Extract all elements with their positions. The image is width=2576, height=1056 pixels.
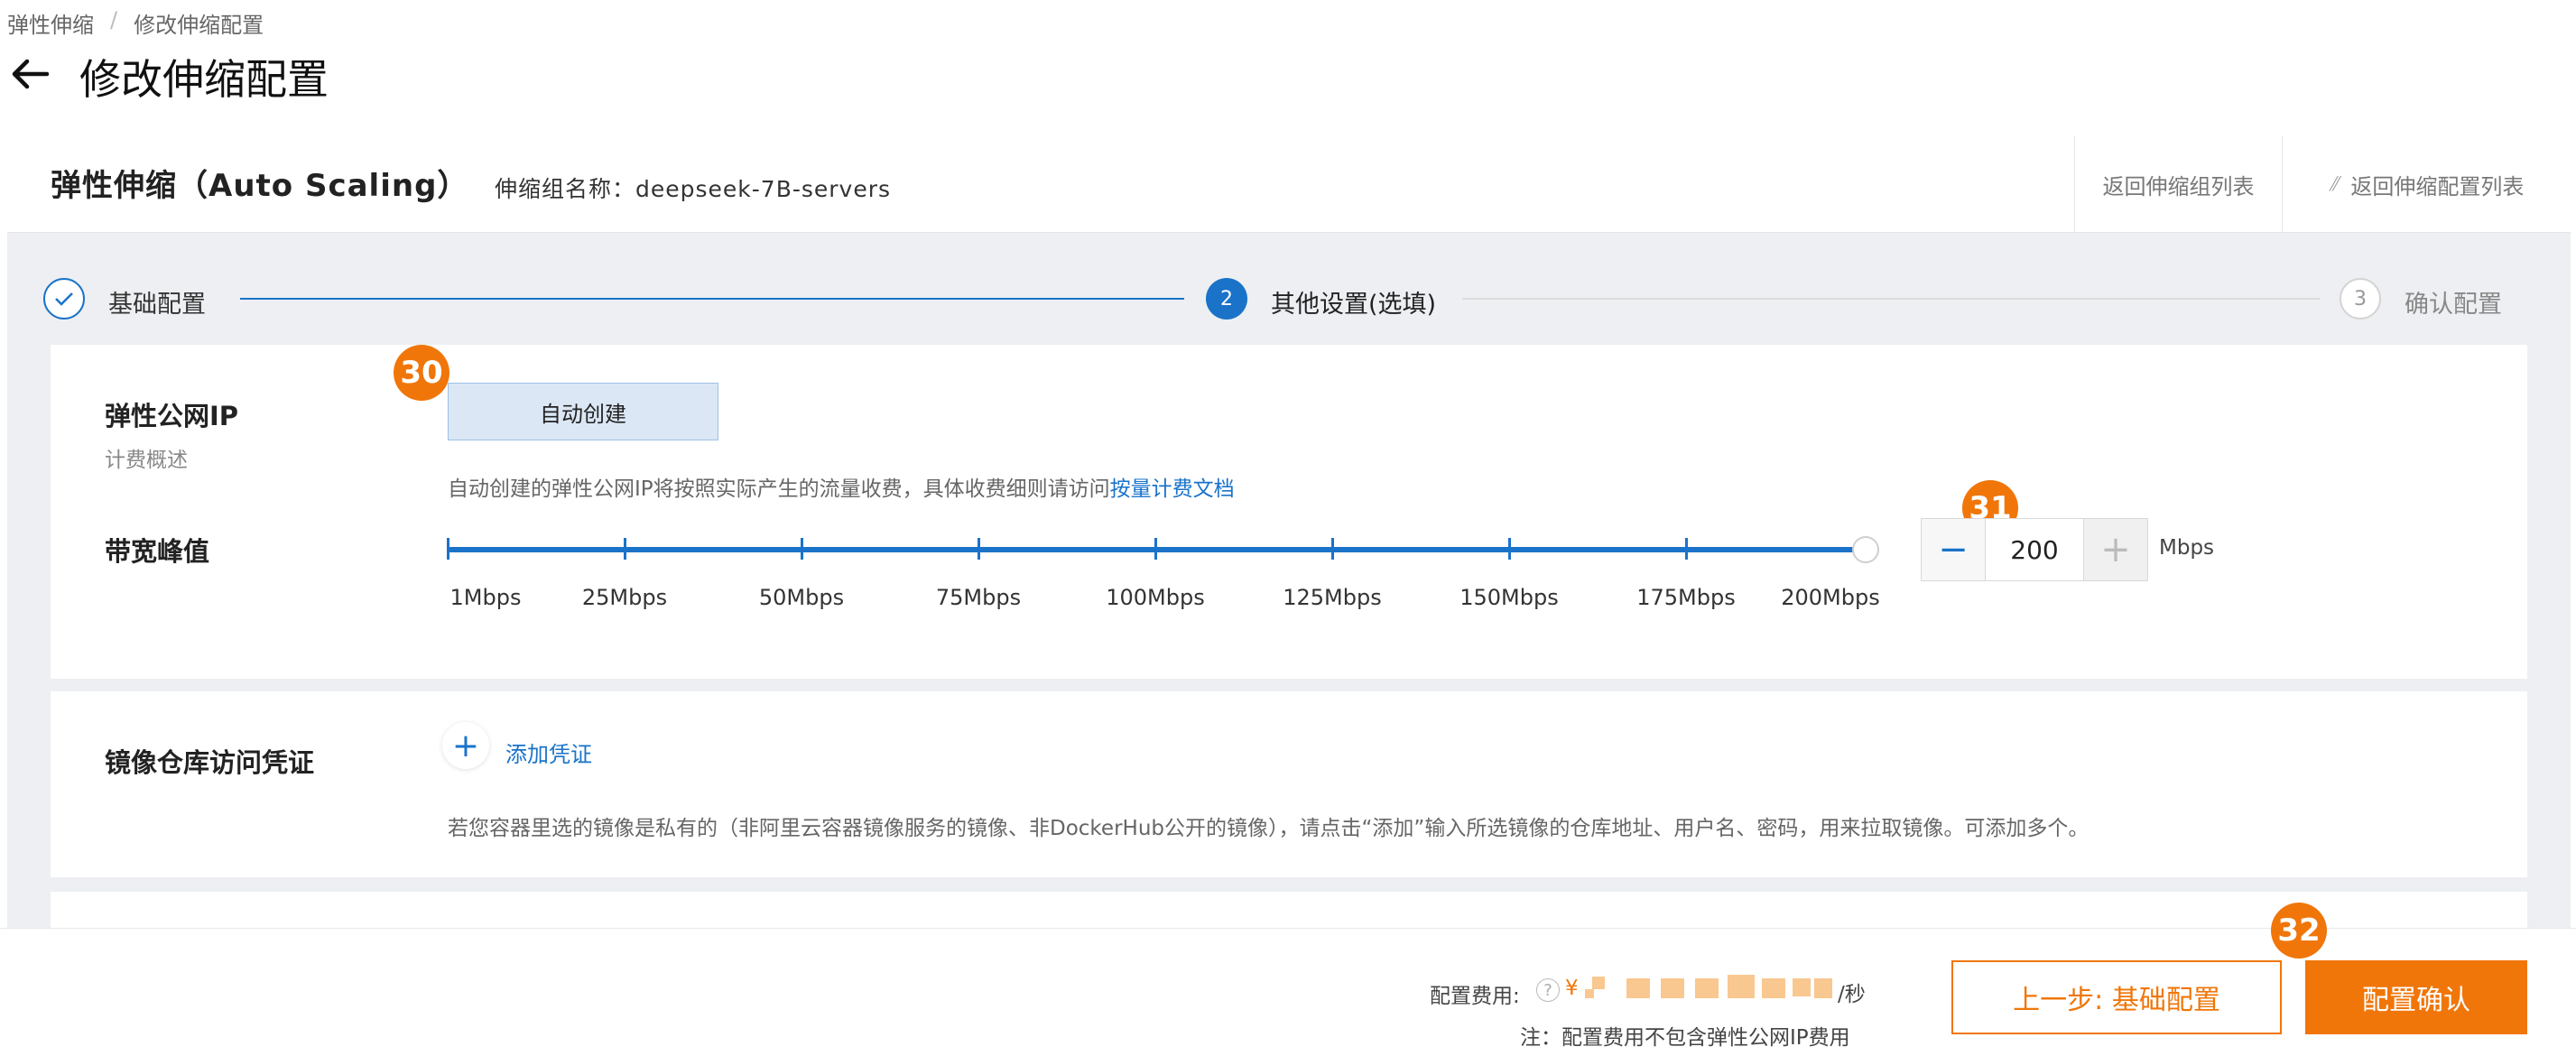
marker-30: 30 (394, 345, 449, 401)
cost-label: 配置费用: (1430, 985, 1520, 1008)
back-to-groups-link[interactable]: 返回伸缩组列表 (2074, 135, 2282, 233)
add-credential-icon[interactable]: + (442, 722, 489, 769)
back-to-configs-label: 返回伸缩配置列表 (2350, 173, 2525, 199)
bandwidth-label: 带宽峰值 (105, 536, 210, 567)
slider-tick (447, 538, 449, 560)
slider-tick (1508, 538, 1511, 560)
slider-tick (1331, 538, 1334, 560)
eip-hint-text: 自动创建的弹性公网IP将按照实际产生的流量收费，具体收费细则请访问 (448, 477, 1110, 501)
scaling-group-name: 伸缩组名称：deepseek-7B-servers (495, 176, 892, 202)
slider-tick (1154, 538, 1157, 560)
marker-32: 32 (2271, 903, 2327, 959)
product-title: 弹性伸缩（Auto Scaling） (51, 168, 469, 204)
back-to-configs-link[interactable]: ⫽ 返回伸缩配置列表 (2282, 135, 2571, 233)
bandwidth-input[interactable] (1985, 519, 2084, 580)
step-1-check-icon (43, 278, 85, 320)
slider-tick (1685, 538, 1688, 560)
breadcrumb: 弹性伸缩 / 修改伸缩配置 (7, 7, 264, 39)
currency-symbol: ¥ (1565, 977, 1579, 1000)
slider-tick-label: 150Mbps (1459, 585, 1559, 610)
breadcrumb-current: 修改伸缩配置 (134, 13, 264, 38)
step-connector-2 (1462, 298, 2320, 300)
step-1-label: 基础配置 (108, 291, 206, 319)
step-2-label: 其他设置(选填) (1271, 291, 1437, 319)
slider-tick-label: 100Mbps (1106, 585, 1205, 610)
eip-label: 弹性公网IP (105, 401, 239, 431)
decrement-button[interactable]: − (1922, 519, 1985, 580)
step-2-indicator: 2 (1206, 278, 1247, 320)
config-header: 弹性伸缩（Auto Scaling） 伸缩组名称：deepseek-7B-ser… (7, 135, 2571, 233)
back-arrow-icon[interactable] (7, 52, 51, 96)
bandwidth-unit: Mbps (2159, 536, 2215, 560)
registry-label: 镜像仓库访问凭证 (105, 747, 315, 778)
next-section-card (51, 892, 2527, 928)
slider-tick (978, 538, 980, 560)
step-3-indicator: 3 (2340, 278, 2381, 320)
back-to-groups-label: 返回伸缩组列表 (2102, 173, 2255, 199)
previous-step-button[interactable]: 上一步: 基础配置 (1951, 960, 2282, 1034)
slider-tick (624, 538, 626, 560)
bandwidth-stepper: − + (1921, 518, 2148, 581)
cost-note: 注：配置费用不包含弹性公网IP费用 (1520, 1026, 1850, 1050)
slider-tick-label: 1Mbps (449, 585, 522, 610)
bandwidth-slider-handle[interactable] (1852, 536, 1879, 563)
breadcrumb-parent[interactable]: 弹性伸缩 (7, 7, 94, 39)
billing-doc-link[interactable]: 按量计费文档 (1110, 477, 1235, 501)
step-3-label: 确认配置 (2405, 291, 2502, 319)
slider-tick-label: 175Mbps (1636, 585, 1736, 610)
help-icon[interactable]: ? (1536, 978, 1560, 1002)
slider-tick-label: 75Mbps (935, 585, 1022, 610)
per-second-label: /秒 (1838, 983, 1866, 1006)
slider-tick-label: 125Mbps (1283, 585, 1382, 610)
registry-note: 若您容器里选的镜像是私有的（非阿里云容器镜像服务的镜像、非DockerHub公开… (448, 817, 2090, 840)
slider-tick-label: 25Mbps (581, 585, 668, 610)
registry-card (51, 691, 2527, 877)
redacted-price (1585, 968, 1834, 1004)
slider-tick (801, 538, 803, 560)
slider-tick-label: 200Mbps (1781, 585, 1880, 610)
billing-overview-label: 计费概述 (105, 449, 188, 472)
list-icon: ⫽ (2329, 172, 2339, 196)
confirm-config-button[interactable]: 配置确认 (2305, 960, 2527, 1034)
increment-button[interactable]: + (2084, 519, 2147, 580)
breadcrumb-separator: / (110, 7, 118, 32)
step-connector-1 (240, 298, 1184, 300)
eip-hint: 自动创建的弹性公网IP将按照实际产生的流量收费，具体收费细则请访问按量计费文档 (448, 471, 1235, 502)
auto-create-button[interactable]: 自动创建 (448, 383, 718, 440)
add-credential-link[interactable]: 添加凭证 (505, 736, 592, 768)
slider-tick-label: 50Mbps (758, 585, 845, 610)
page-title: 修改伸缩配置 (79, 55, 329, 104)
